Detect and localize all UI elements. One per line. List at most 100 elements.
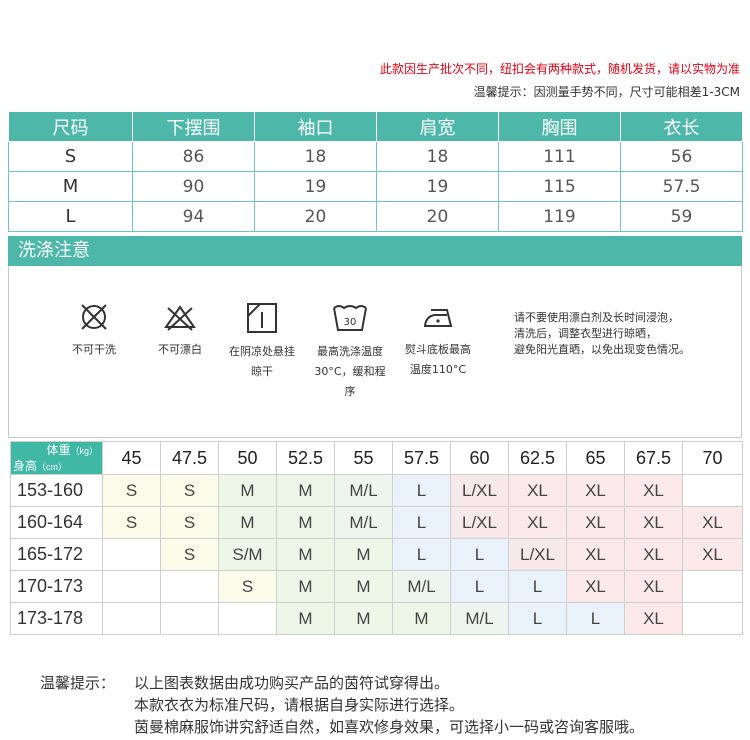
size-recommendation-cell: L — [508, 602, 567, 635]
size-recommendation-cell: M — [276, 474, 335, 507]
size-recommendation-cell: M — [334, 570, 393, 603]
measurement-header-row: 尺码 下摆围 袖口 肩宽 胸围 衣长 — [8, 111, 743, 142]
size-cell: M — [8, 171, 133, 202]
size-recommendation-cell: M — [334, 538, 393, 571]
care-item-shade-dry: 在阴凉处悬挂 晾干 — [217, 302, 307, 382]
col-header-cuff: 袖口 — [254, 111, 377, 142]
measure-cell: 90 — [132, 171, 255, 202]
height-row: 165-172 S S/M M M L L L/XL XL XL XL — [10, 538, 743, 571]
size-recommendation-cell: XL — [682, 538, 743, 571]
height-row: 170-173 S M M M/L L L XL XL — [10, 570, 743, 603]
size-recommendation-cell — [160, 602, 219, 635]
height-cell: 173-178 — [10, 602, 103, 635]
size-recommendation-cell: XL — [624, 474, 683, 507]
size-recommendation-cell: S — [160, 506, 219, 539]
measure-cell: 59 — [620, 201, 743, 232]
measure-cell: 94 — [132, 201, 255, 232]
batch-notice: 此款因生产批次不同，纽扣会有两种款式，随机发货，请以实物为准 — [379, 62, 740, 76]
size-recommendation-cell — [218, 602, 277, 635]
col-header-shoulder: 肩宽 — [376, 111, 499, 142]
height-cell: 160-164 — [10, 506, 103, 539]
care-label: 在阴凉处悬挂 晾干 — [229, 345, 295, 378]
wash-note-line: 清洗后，调整衣型进行晾晒， — [514, 327, 657, 340]
size-recommendation-table: 体重（kg） 身高（cm） 45 47.5 50 52.5 55 57.5 60 62.5 65… — [10, 441, 743, 635]
col-header-size: 尺码 — [8, 111, 133, 142]
measure-cell: 20 — [376, 201, 499, 232]
height-row: 160-164 S S M M M/L L L/XL XL XL XL XL — [10, 506, 743, 539]
measurement-row: M 90 19 19 115 57.5 — [8, 171, 743, 202]
size-recommendation-cell: M — [276, 506, 335, 539]
measurement-table: 尺码 下摆围 袖口 肩宽 胸围 衣长 S 86 18 18 111 56 M 90 19 19 11… — [8, 111, 743, 232]
size-recommendation-cell — [102, 538, 161, 571]
care-item-iron: 熨斗底板最高 温度110°C — [393, 302, 483, 380]
size-recommendation-cell: L/XL — [508, 538, 567, 571]
measure-cell: 115 — [498, 171, 621, 202]
measure-cell: 86 — [132, 141, 255, 172]
size-recommendation-cell: XL — [566, 570, 625, 603]
weight-header-cell: 60 — [450, 441, 509, 475]
measure-cell: 119 — [498, 201, 621, 232]
size-recommendation-cell: M — [276, 602, 335, 635]
size-recommendation-cell: S/M — [218, 538, 277, 571]
height-cell: 165-172 — [10, 538, 103, 571]
size-recommendation-cell — [682, 474, 743, 507]
measure-cell: 19 — [376, 171, 499, 202]
size-recommendation-cell: XL — [566, 538, 625, 571]
care-item-no-bleach: 不可漂白 — [145, 302, 215, 360]
size-recommendation-cell: S — [102, 506, 161, 539]
size-recommendation-cell: M/L — [392, 570, 451, 603]
measure-cell: 111 — [498, 141, 621, 172]
weight-header-cell: 57.5 — [392, 441, 451, 475]
corner-weight: 体重（kg） — [11, 442, 102, 458]
weight-header-cell: 65 — [566, 441, 625, 475]
size-recommendation-cell: S — [218, 570, 277, 603]
wash-section: 不可干洗 不可漂白 在阴凉处悬挂 晾干 30 最高洗涤温度 30°C，缓和程 序… — [8, 266, 742, 438]
height-cell: 170-173 — [10, 570, 103, 603]
bottom-tips: 温馨提示： 以上图表数据由成功购买产品的茵符试穿得出。 本款衣衣为标准尺码，请根据… — [40, 672, 644, 738]
weight-header-cell: 45 — [102, 441, 161, 475]
size-recommendation-cell: L — [508, 570, 567, 603]
size-recommendation-cell — [682, 602, 743, 635]
care-label: 最高洗涤温度 30°C，缓和程 序 — [314, 345, 386, 398]
size-recommendation-cell: XL — [624, 570, 683, 603]
weight-header-cell: 47.5 — [160, 441, 219, 475]
size-recommendation-cell: M — [392, 602, 451, 635]
size-recommendation-cell: M — [276, 538, 335, 571]
size-recommendation-cell: XL — [566, 474, 625, 507]
size-recommendation-cell: M/L — [334, 506, 393, 539]
measure-cell: 56 — [620, 141, 743, 172]
height-row: 173-178 M M M M/L L L XL — [10, 602, 743, 635]
size-recommendation-cell: XL — [624, 538, 683, 571]
weight-header-row: 体重（kg） 身高（cm） 45 47.5 50 52.5 55 57.5 60 62.5 65… — [10, 441, 743, 475]
measure-cell: 18 — [254, 141, 377, 172]
weight-header-cell: 62.5 — [508, 441, 567, 475]
size-recommendation-cell: L — [566, 602, 625, 635]
size-recommendation-cell — [160, 570, 219, 603]
measure-cell: 18 — [376, 141, 499, 172]
size-recommendation-cell — [102, 570, 161, 603]
size-recommendation-cell: L — [450, 538, 509, 571]
measure-cell: 20 — [254, 201, 377, 232]
measure-notice: 温馨提示：因测量手势不同，尺寸可能相差1-3CM — [473, 85, 740, 99]
col-header-hem: 下摆围 — [132, 111, 255, 142]
no-dry-clean-icon — [81, 304, 107, 330]
care-label: 不可干洗 — [72, 343, 116, 356]
care-item-wash-30: 30 最高洗涤温度 30°C，缓和程 序 — [305, 302, 395, 402]
wash-note: 请不要使用漂白剂及长时间浸泡， 清洗后，调整衣型进行晾晒， 避免阳光直晒，以免出… — [514, 310, 739, 358]
measurement-row: L 94 20 20 119 59 — [8, 201, 743, 232]
care-item-no-dry-clean: 不可干洗 — [59, 302, 129, 360]
size-recommendation-cell: S — [160, 538, 219, 571]
size-recommendation-cell: XL — [624, 506, 683, 539]
size-recommendation-cell: L/XL — [450, 506, 509, 539]
size-recommendation-cell: M — [334, 602, 393, 635]
wash-note-line: 请不要使用漂白剂及长时间浸泡， — [514, 311, 679, 324]
size-cell: L — [8, 201, 133, 232]
size-recommendation-cell: L — [392, 506, 451, 539]
table-corner: 体重（kg） 身高（cm） — [10, 441, 103, 475]
size-recommendation-cell: L — [392, 538, 451, 571]
wash-30-icon: 30 — [333, 305, 367, 331]
weight-header-cell: 52.5 — [276, 441, 335, 475]
height-row: 153-160 S S M M M/L L L/XL XL XL XL — [10, 474, 743, 507]
care-label: 熨斗底板最高 温度110°C — [405, 343, 471, 376]
size-recommendation-cell: XL — [508, 506, 567, 539]
